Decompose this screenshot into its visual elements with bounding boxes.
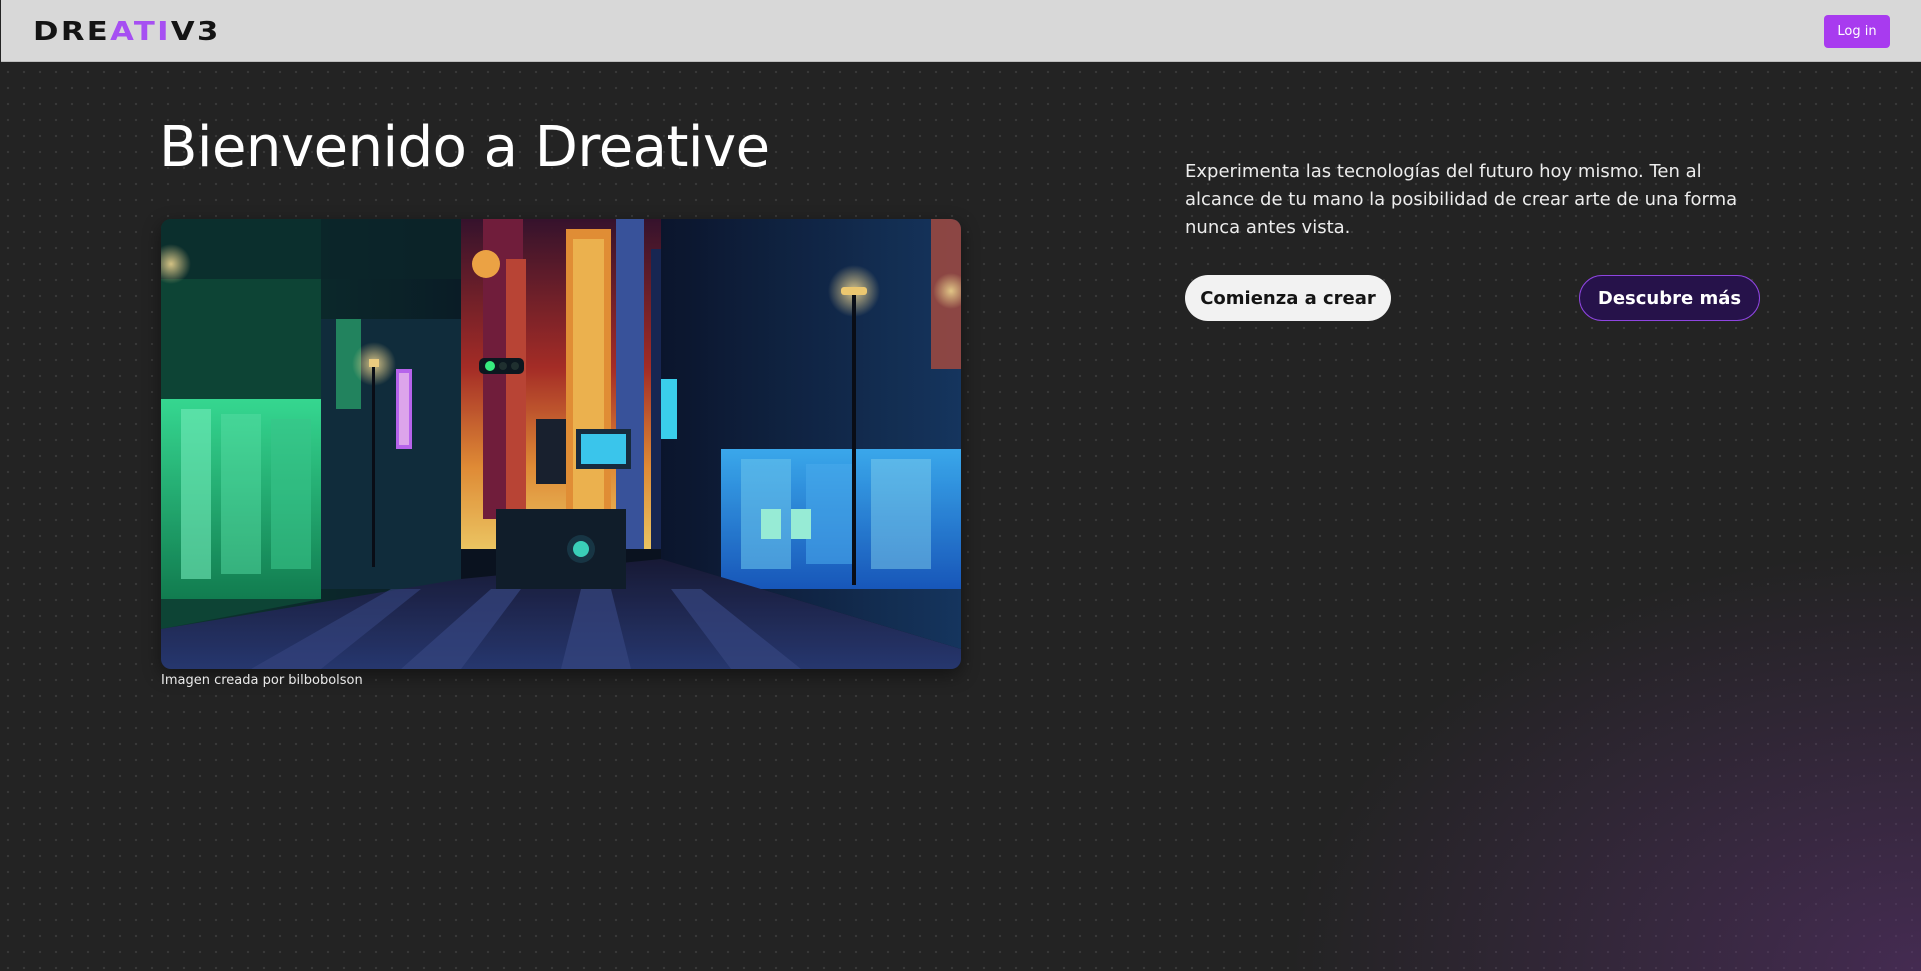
logo-part-2: V3 [170, 17, 221, 47]
hero-image [161, 219, 961, 669]
top-navbar: DREATIV3 Log in [1, 0, 1921, 62]
discover-more-button[interactable]: Descubre más [1579, 275, 1760, 321]
dreative-logo[interactable]: DREATIV3 [33, 17, 221, 47]
image-caption: Imagen creada por bilbobolson [161, 673, 363, 688]
page-title: Bienvenido a Dreative [159, 115, 770, 180]
hero-description: Experimenta las tecnologías del futuro h… [1185, 161, 1738, 238]
start-creating-button[interactable]: Comienza a crear [1185, 275, 1391, 321]
neon-city-street-illustration [161, 219, 961, 669]
logo-part-1: DRE [33, 17, 111, 47]
logo-part-accent: ATI [110, 17, 171, 47]
login-button[interactable]: Log in [1824, 15, 1890, 48]
